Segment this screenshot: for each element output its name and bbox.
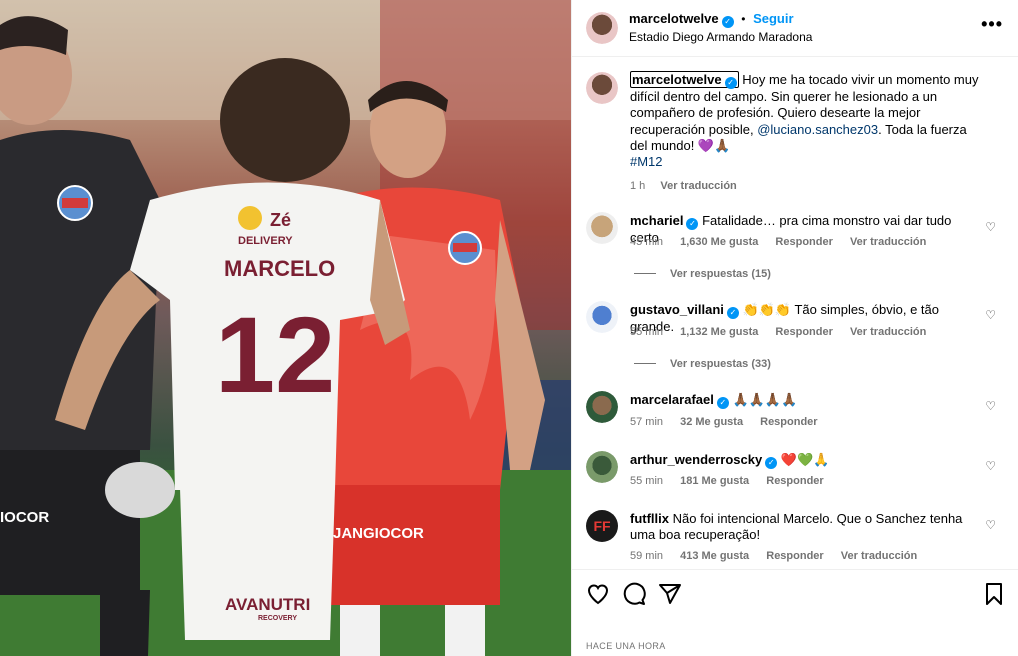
commenter-avatar[interactable] (586, 451, 618, 483)
verified-icon: ✓ (726, 307, 739, 319)
red-shorts-text: JANGIOCOR (333, 525, 424, 542)
post-header: marcelotwelve ✓ • Seguir Estadio Diego Ar… (572, 0, 1018, 57)
comment-meta: 57 min 32 Me gusta Responder (630, 416, 832, 428)
caption-username[interactable]: marcelotwelve ✓ (630, 71, 739, 89)
comment-meta: 55 min 1,132 Me gusta Responder Ver trad… (630, 326, 940, 338)
commenter-avatar[interactable] (586, 301, 618, 333)
futfllix-logo-icon: FF (593, 518, 611, 534)
view-replies-button[interactable]: Ver respuestas (15) (634, 268, 771, 280)
photo-illustration: IOCOR JANGIOCOR Zé DELIVERY MARCELO 12 A… (0, 0, 571, 656)
verified-icon: ✓ (724, 77, 737, 89)
jersey-number-text: 12 (215, 294, 335, 415)
comment-meta: 55 min 181 Me gusta Responder (630, 475, 838, 487)
reply-button[interactable]: Responder (775, 236, 832, 248)
reply-button[interactable]: Responder (775, 326, 832, 338)
caption-avatar[interactable] (586, 72, 618, 104)
comment-likes[interactable]: 1,132 Me gusta (680, 326, 758, 338)
more-icon[interactable]: ••• (981, 14, 1003, 35)
post-timestamp[interactable]: HACE UNA HORA (586, 641, 666, 651)
replies-dash (634, 273, 656, 274)
comment-time[interactable]: 59 min (630, 550, 663, 562)
commenter-username[interactable]: futfllix (630, 511, 669, 526)
commenter-username[interactable]: arthur_wenderroscky (630, 452, 762, 467)
post-photo[interactable]: IOCOR JANGIOCOR Zé DELIVERY MARCELO 12 A… (0, 0, 571, 656)
heart-icon[interactable] (586, 582, 610, 606)
verified-icon: ✓ (721, 16, 734, 28)
heart-icon[interactable]: ♡ (985, 518, 996, 532)
gk-sponsor-text: IOCOR (0, 509, 49, 526)
commenter-avatar[interactable] (586, 391, 618, 423)
comment-icon[interactable] (622, 582, 646, 606)
heart-icon[interactable]: ♡ (985, 308, 996, 322)
caption-mention[interactable]: @luciano.sanchez03 (757, 122, 878, 137)
comment-text: arthur_wenderroscky ✓ ❤️💚🙏 (630, 452, 980, 469)
heart-icon[interactable]: ♡ (985, 459, 996, 473)
caption-hashtag[interactable]: #M12 (630, 154, 663, 169)
commenter-username[interactable]: marcelarafael (630, 392, 714, 407)
commenter-avatar[interactable]: FF (586, 510, 618, 542)
comment-text: marcelarafael ✓ 🙏🏾🙏🏾🙏🏾🙏🏾 (630, 392, 980, 409)
caption-text: marcelotwelve ✓ Hoy me ha tocado vivir un… (630, 71, 980, 195)
commenter-username[interactable]: gustavo_villani (630, 302, 724, 317)
translate-button[interactable]: Ver traducción (841, 550, 917, 562)
sponsor-top-text: Zé (270, 210, 291, 230)
follow-button[interactable]: Seguir (753, 11, 793, 26)
translate-button[interactable]: Ver traducción (850, 236, 926, 248)
comment-text: futfllix Não foi intencional Marcelo. Qu… (630, 511, 980, 543)
commenter-username[interactable]: mchariel (630, 213, 683, 228)
reply-button[interactable]: Responder (760, 416, 817, 428)
caption-time[interactable]: 1 h (630, 180, 645, 192)
comment-likes[interactable]: 181 Me gusta (680, 475, 749, 487)
comment-body: ❤️💚🙏 (780, 452, 830, 467)
view-replies-button[interactable]: Ver respuestas (33) (634, 358, 771, 370)
author-avatar[interactable] (586, 12, 618, 44)
shorts-sub-text: RECOVERY (258, 615, 297, 622)
author-username[interactable]: marcelotwelve (629, 11, 719, 26)
comment-time[interactable]: 55 min (630, 475, 663, 487)
sponsor-bottom-text: DELIVERY (238, 235, 293, 247)
comment-body: 🙏🏾🙏🏾🙏🏾🙏🏾 (732, 392, 798, 407)
separator-dot: • (741, 12, 746, 26)
comment-likes[interactable]: 1,630 Me gusta (680, 236, 758, 248)
comment-body: Não foi intencional Marcelo. Que o Sanch… (630, 511, 963, 542)
verified-icon: ✓ (686, 218, 699, 230)
comment-likes[interactable]: 413 Me gusta (680, 550, 749, 562)
verified-icon: ✓ (716, 397, 729, 409)
jersey-name-text: MARCELO (224, 256, 335, 281)
post-panel: marcelotwelve ✓ • Seguir Estadio Diego Ar… (571, 0, 1018, 656)
share-icon[interactable] (658, 582, 682, 606)
reply-button[interactable]: Responder (766, 475, 823, 487)
commenter-avatar[interactable] (586, 212, 618, 244)
caption-translate[interactable]: Ver traducción (660, 180, 736, 192)
heart-icon[interactable]: ♡ (985, 399, 996, 413)
verified-icon: ✓ (765, 457, 778, 469)
comment-time[interactable]: 57 min (630, 416, 663, 428)
comment-time[interactable]: 55 min (630, 326, 663, 338)
comment-likes[interactable]: 32 Me gusta (680, 416, 743, 428)
heart-icon[interactable]: ♡ (985, 220, 996, 234)
comment-time[interactable]: 45 min (630, 236, 663, 248)
shorts-text: AVANUTRI (225, 595, 310, 614)
reply-button[interactable]: Responder (766, 550, 823, 562)
comment-meta: 59 min 413 Me gusta Responder Ver traduc… (630, 550, 931, 562)
post-location[interactable]: Estadio Diego Armando Maradona (629, 30, 812, 44)
bookmark-icon[interactable] (983, 582, 1005, 606)
replies-dash (634, 363, 656, 364)
comment-meta: 45 min 1,630 Me gusta Responder Ver trad… (630, 236, 940, 248)
translate-button[interactable]: Ver traducción (850, 326, 926, 338)
post-actions: HACE UNA HORA (572, 569, 1018, 656)
